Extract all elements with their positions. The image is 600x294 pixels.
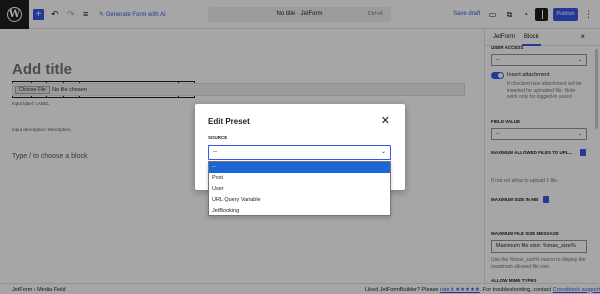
source-value: -- [213,149,217,155]
source-label: SOURCE [208,135,228,140]
option-post[interactable]: Post [209,173,390,184]
option-jetbooking[interactable]: JetBooking [209,206,390,217]
option-user[interactable]: User [209,184,390,195]
option-url-query-variable[interactable]: URL Query Variable [209,195,390,206]
option-empty[interactable]: -- [209,162,390,173]
chevron-down-icon: ⌄ [380,149,386,155]
close-icon[interactable]: ✕ [381,114,390,127]
source-select[interactable]: -- ⌄ [208,145,391,160]
modal-title: Edit Preset [208,117,250,126]
source-dropdown-list: -- Post User URL Query Variable JetBooki… [208,161,391,216]
